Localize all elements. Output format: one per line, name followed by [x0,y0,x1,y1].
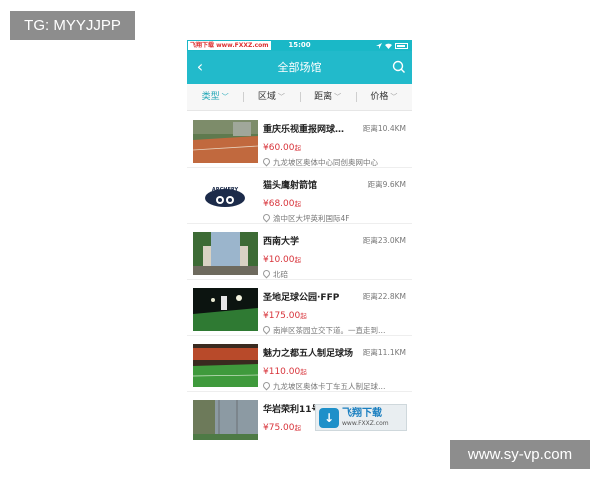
venue-name: 圣地足球公园·FFP [263,293,340,303]
venue-thumbnail: ARCHERY [193,176,258,219]
filter-price-label: 价格 [370,92,389,102]
wifi-icon [385,43,392,49]
venue-price: ¥110.00起 [263,366,307,377]
location-pin-icon [263,157,272,167]
venue-item[interactable]: 西南大学 距离23.0KM ¥10.00起 北碚 [187,223,412,280]
filter-type[interactable]: 类型 ﹀ [187,84,243,110]
filter-type-label: 类型 [201,92,220,102]
filter-area[interactable]: 区域 ﹀ [243,84,299,110]
venue-price: ¥175.00起 [263,310,307,321]
price-suffix: 起 [300,368,307,376]
chevron-down-icon: ﹀ [390,93,398,101]
address-text: 九龙坡区奥体中心同创奥网中心 [273,158,378,167]
status-bar: 飞翔下载 www.FXXZ.com 15:00 [187,40,412,51]
price-value: ¥175.00 [263,311,301,321]
venue-price: ¥68.00起 [263,198,301,209]
venue-name: 猫头鹰射箭馆 [263,181,318,191]
venue-distance: 距离10.4KM [362,124,406,133]
venue-thumbnail [193,400,258,440]
phone-screen: 飞翔下载 www.FXXZ.com 15:00 ‹ 全部场馆 类型 ﹀ 区域 ﹀ 距… [187,40,412,440]
price-value: ¥75.00 [263,423,295,433]
venue-thumbnail [193,120,258,163]
chevron-down-icon: ﹀ [334,93,342,101]
venue-thumbnail [193,344,258,387]
venue-distance: 距离22.8KM [362,292,406,301]
filter-distance[interactable]: 距离 ﹀ [299,84,356,110]
location-pin-icon [263,269,272,279]
venue-item[interactable]: 重庆乐视重报网球… 距离10.4KM ¥60.00起 九龙坡区奥体中心同创奥网中… [187,111,412,168]
location-icon [376,42,382,49]
venue-name: 西南大学 [263,237,300,247]
filter-price[interactable]: 价格 ﹀ [355,84,412,110]
nav-bar: ‹ 全部场馆 [187,51,412,84]
venue-distance: 距离23.0KM [362,236,406,245]
venue-name: 重庆乐视重报网球… [263,125,345,135]
price-suffix: 起 [294,144,302,152]
download-icon: ↓ [319,408,339,428]
price-value: ¥68.00 [263,199,295,209]
address-text: 九龙坡区奥体卡丁车五人制足球… [273,382,386,391]
price-value: ¥110.00 [263,367,301,377]
price-suffix: 起 [294,200,302,208]
venue-distance: 距离9.6KM [367,180,406,189]
price-suffix: 起 [294,256,302,264]
tg-label: TG: MYYJJPP [10,11,135,40]
venue-item[interactable]: 魅力之都五人制足球场 距离11.1KM ¥110.00起 九龙坡区奥体卡丁车五人… [187,335,412,392]
site-label: www.sy-vp.com [450,440,590,469]
venue-name: 魅力之都五人制足球场 [263,349,354,359]
status-icons [376,42,408,49]
address-text: 北碚 [273,270,288,279]
page-title: 全部场馆 [277,61,322,74]
watermark-logo: ↓ 飞翔下载 www.FXXZ.com [315,404,407,431]
chevron-down-icon: ﹀ [221,93,229,101]
venue-price: ¥75.00起 [263,422,301,433]
search-icon[interactable] [392,60,406,74]
watermark-url: www.FXXZ.com [342,420,389,427]
chevron-down-icon: ﹀ [277,93,285,101]
venue-price: ¥60.00起 [263,142,301,153]
address-text: 南岸区茶园立交下道。一直走到… [273,326,386,335]
location-pin-icon [263,381,272,391]
location-pin-icon [263,325,272,335]
thumb-logo-text: ARCHERY [212,187,239,193]
watermark-text: 飞翔下载 [342,408,382,419]
filter-area-label: 区域 [257,92,276,102]
price-suffix: 起 [300,312,307,320]
filter-bar: 类型 ﹀ 区域 ﹀ 距离 ﹀ 价格 ﹀ [187,84,412,111]
address-text: 渝中区大坪英利国际4F [273,214,350,223]
price-suffix: 起 [294,424,302,432]
venue-item[interactable]: ARCHERY 猫头鹰射箭馆 距离9.6KM ¥68.00起 渝中区大坪英利国际… [187,167,412,224]
venue-thumbnail [193,288,258,331]
venue-distance: 距离11.1KM [362,348,406,357]
location-pin-icon [263,213,272,223]
venue-price: ¥10.00起 [263,254,301,265]
venue-thumbnail [193,232,258,275]
price-value: ¥10.00 [263,255,295,265]
price-value: ¥60.00 [263,143,295,153]
venue-item[interactable]: 圣地足球公园·FFP 距离22.8KM ¥175.00起 南岸区茶园立交下道。一… [187,279,412,336]
battery-icon [395,42,408,49]
filter-distance-label: 距离 [314,92,333,102]
